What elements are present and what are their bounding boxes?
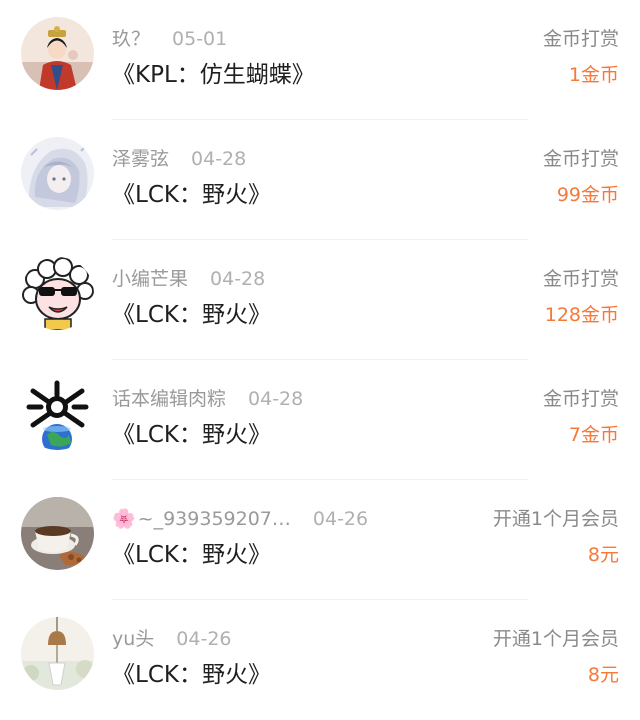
list-item[interactable]: yu头 04-26 《LCK：野火》 开通1个月会员 8元 <box>0 600 640 720</box>
work-title[interactable]: 《LCK：野火》 <box>112 539 271 571</box>
work-title[interactable]: 《LCK：野火》 <box>112 659 271 691</box>
avatar-image <box>21 17 94 90</box>
avatar-image <box>21 377 94 450</box>
earth-crossbones-avatar[interactable] <box>21 377 94 450</box>
user-name[interactable]: yu头 <box>112 628 154 650</box>
reward-list: 玖？ 05-01 《KPL：仿生蝴蝶》 金币打赏 1金币 泽雾弦 04-28 《LC… <box>0 0 640 702</box>
date: 04-26 <box>312 508 369 530</box>
reward-amount: 8元 <box>587 544 619 566</box>
reward-amount: 99金币 <box>556 184 619 206</box>
wind-chime-avatar[interactable] <box>21 617 94 690</box>
list-item[interactable]: 玖？ 05-01 《KPL：仿生蝴蝶》 金币打赏 1金币 <box>0 0 640 120</box>
list-item[interactable]: 话本编辑肉粽 04-28 《LCK：野火》 金币打赏 7金币 <box>0 360 640 480</box>
work-title[interactable]: 《LCK：野火》 <box>112 419 271 451</box>
list-item[interactable]: 🌸 ~_939359207… 04-26 《LCK：野火》 开通1个月会员 8元 <box>0 480 640 600</box>
work-title[interactable]: 《LCK：野火》 <box>112 299 271 331</box>
avatar-image <box>21 497 94 570</box>
reward-type: 金币打赏 <box>542 388 619 410</box>
row-meta: 🌸 ~_939359207… 04-26 <box>112 506 368 532</box>
list-item[interactable]: 小编芒果 04-28 《LCK：野火》 金币打赏 128金币 <box>0 240 640 360</box>
row-meta: 话本编辑肉粽 04-28 <box>112 386 303 412</box>
date: 04-28 <box>210 268 266 290</box>
empress-costume-avatar[interactable] <box>21 17 94 90</box>
work-title[interactable]: 《LCK：野火》 <box>112 179 271 211</box>
work-title[interactable]: 《KPL：仿生蝴蝶》 <box>112 59 315 91</box>
flower-icon: 🌸 <box>112 508 136 530</box>
user-name[interactable]: 玖？ <box>112 28 150 50</box>
row-meta: yu头 04-26 <box>112 626 232 652</box>
user-name[interactable]: 泽雾弦 <box>112 148 169 170</box>
reward-amount: 8元 <box>587 664 619 686</box>
avatar-image <box>21 257 94 330</box>
avatar-image <box>21 137 94 210</box>
avatar-image <box>21 617 94 690</box>
date: 04-28 <box>191 148 247 170</box>
date: 04-28 <box>248 388 304 410</box>
user-name[interactable]: ~_939359207… <box>138 508 291 530</box>
reward-type: 开通1个月会员 <box>492 628 619 650</box>
reward-amount: 7金币 <box>568 424 619 446</box>
date: 04-26 <box>176 628 232 650</box>
reward-type: 金币打赏 <box>542 148 619 170</box>
row-meta: 玖？ 05-01 <box>112 26 227 52</box>
date: 05-01 <box>172 28 228 50</box>
coffee-cup-avatar[interactable] <box>21 497 94 570</box>
silver-hair-anime-avatar[interactable] <box>21 137 94 210</box>
user-name[interactable]: 话本编辑肉粽 <box>112 388 226 410</box>
reward-type: 金币打赏 <box>542 268 619 290</box>
reward-amount: 1金币 <box>568 64 619 86</box>
reward-type: 金币打赏 <box>542 28 619 50</box>
reward-type: 开通1个月会员 <box>492 508 619 530</box>
user-name[interactable]: 小编芒果 <box>112 268 188 290</box>
list-item[interactable]: 泽雾弦 04-28 《LCK：野火》 金币打赏 99金币 <box>0 120 640 240</box>
sheep-sunglasses-avatar[interactable] <box>21 257 94 330</box>
row-meta: 泽雾弦 04-28 <box>112 146 246 172</box>
reward-amount: 128金币 <box>544 304 619 326</box>
row-meta: 小编芒果 04-28 <box>112 266 265 292</box>
